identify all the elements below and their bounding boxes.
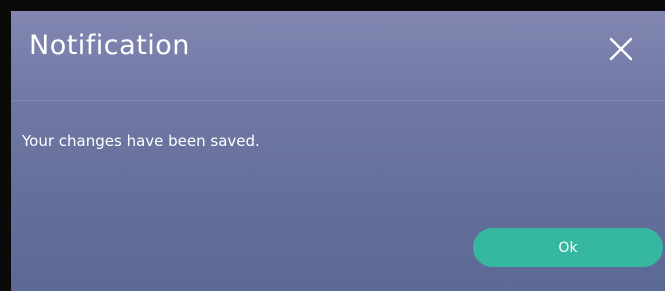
close-icon — [609, 37, 633, 61]
dialog-header: Notification — [11, 11, 665, 101]
dialog-title: Notification — [29, 30, 190, 61]
ok-button[interactable]: Ok — [473, 228, 663, 267]
notification-dialog: Notification Your changes have been save… — [11, 11, 665, 291]
close-button[interactable] — [605, 33, 637, 65]
dialog-message: Your changes have been saved. — [22, 132, 260, 150]
